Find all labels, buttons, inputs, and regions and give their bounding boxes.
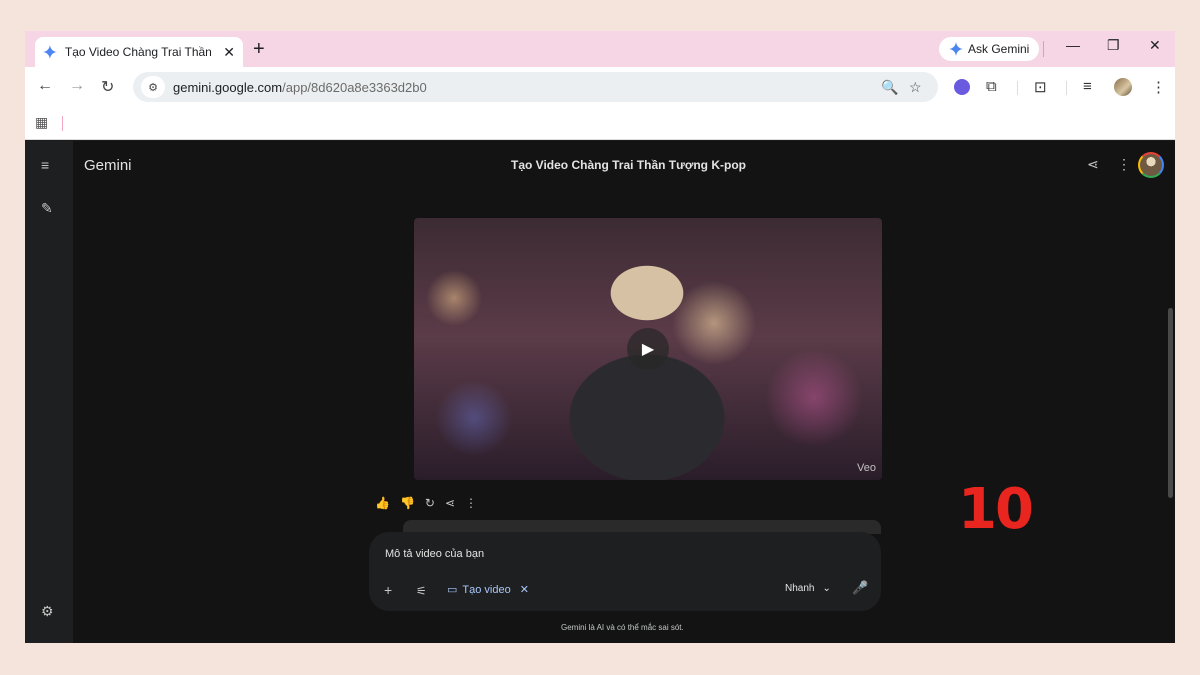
create-video-label: Tạo video [462,583,511,596]
response-actions: 👍 👎 ↻ ⋖ ⋮ [375,496,477,510]
menu-icon[interactable]: ≡ [41,157,49,173]
prompt-input[interactable]: Mô tả video của bạn [385,548,484,560]
more-vertical-icon[interactable]: ⋮ [1151,78,1166,96]
url-host: gemini.google.com [173,79,283,95]
reading-list-icon[interactable]: ≡ [1083,78,1092,95]
microphone-icon[interactable]: 🎤 [852,580,868,596]
tab-strip: Tạo Video Chàng Trai Thần Tượng K-pop ✕ … [25,31,1175,67]
scrollbar[interactable] [1168,308,1173,498]
bookmark-star-icon[interactable]: ☆ [909,79,922,96]
regenerate-icon[interactable]: ↻ [425,496,435,510]
restore-icon[interactable]: ❐ [1107,37,1120,54]
bookmarks-bar: ▦ [25,107,1175,140]
gemini-app: ≡ ✎ ⚙ Gemini Tạo Video Chàng Trai Thần T… [25,141,1175,643]
tab-active[interactable]: Tạo Video Chàng Trai Thần Tượng K-pop ✕ [35,37,243,67]
more-options-icon[interactable]: ⋮ [1117,156,1131,173]
veo-watermark: Veo [857,462,876,474]
video-icon: ▭ [447,584,458,596]
profile-avatar-icon[interactable] [1114,78,1132,96]
url-path: /app/8d620a8e3363d2b0 [282,79,427,95]
step-number-overlay: 10 [958,477,1034,542]
prompt-composer[interactable]: Mô tả video của bạn + ⚟ ▭ Tạo video ✕ Nh… [369,532,881,611]
navigation-bar: ← → ↻ ⚙ gemini.google.com /app/8d620a8e3… [25,67,1175,107]
chevron-down-icon: ⌄ [822,583,831,594]
site-info-icon[interactable]: ⚙ [141,76,165,98]
new-chat-icon[interactable]: ✎ [41,200,53,217]
close-window-icon[interactable]: ✕ [1149,37,1161,54]
minimize-icon[interactable]: — [1066,37,1080,53]
new-tab-button[interactable]: + [253,38,265,61]
tab-close-icon[interactable]: ✕ [223,44,235,61]
forward-icon[interactable]: → [69,77,85,95]
gemini-star-icon [43,45,57,59]
gemini-star-icon [949,42,963,56]
app-brand[interactable]: Gemini [84,157,132,174]
mode-label: Nhanh [785,583,815,594]
zoom-icon[interactable]: 🔍 [881,79,898,96]
account-avatar[interactable] [1138,152,1164,178]
side-rail: ≡ ✎ ⚙ [25,141,73,643]
media-search-icon[interactable]: ⊡ [1034,78,1047,96]
back-icon[interactable]: ← [37,77,53,95]
conversation-title: Tạo Video Chàng Trai Thần Tượng K-pop [511,158,746,172]
bookmarks-divider [62,116,63,131]
extension-purple-icon[interactable] [954,79,970,95]
create-video-chip[interactable]: ▭ Tạo video ✕ [447,583,529,597]
share-icon[interactable]: ⋖ [1087,156,1099,173]
address-bar[interactable]: ⚙ gemini.google.com /app/8d620a8e3363d2b… [133,72,938,102]
toolbar-divider [1066,81,1067,95]
window-controls-divider [1043,41,1044,57]
thumbs-down-icon[interactable]: 👎 [400,496,415,510]
tab-title: Tạo Video Chàng Trai Thần Tượng K-pop [64,45,215,59]
ask-gemini-label: Ask Gemini [968,42,1030,56]
browser-window: Tạo Video Chàng Trai Thần Tượng K-pop ✕ … [25,31,1175,643]
disclaimer-text: Gemini là AI và có thể mắc sai sót. [561,623,684,632]
chip-close-icon[interactable]: ✕ [520,583,529,596]
add-icon[interactable]: + [384,582,392,598]
mode-selector[interactable]: Nhanh ⌄ [785,583,831,594]
ask-gemini-button[interactable]: Ask Gemini [939,37,1040,61]
reload-icon[interactable]: ↻ [101,77,114,97]
puzzle-icon[interactable]: ⧉ [986,78,997,95]
more-response-icon[interactable]: ⋮ [465,496,477,510]
share-response-icon[interactable]: ⋖ [445,496,455,510]
settings-icon[interactable]: ⚙ [41,603,54,620]
generated-video[interactable]: ▶ Veo [414,218,882,480]
apps-grid-icon[interactable]: ▦ [35,114,48,131]
toolbar-divider [1017,81,1018,95]
tools-icon[interactable]: ⚟ [416,584,427,598]
thumbs-up-icon[interactable]: 👍 [375,496,390,510]
play-icon[interactable]: ▶ [627,328,669,370]
